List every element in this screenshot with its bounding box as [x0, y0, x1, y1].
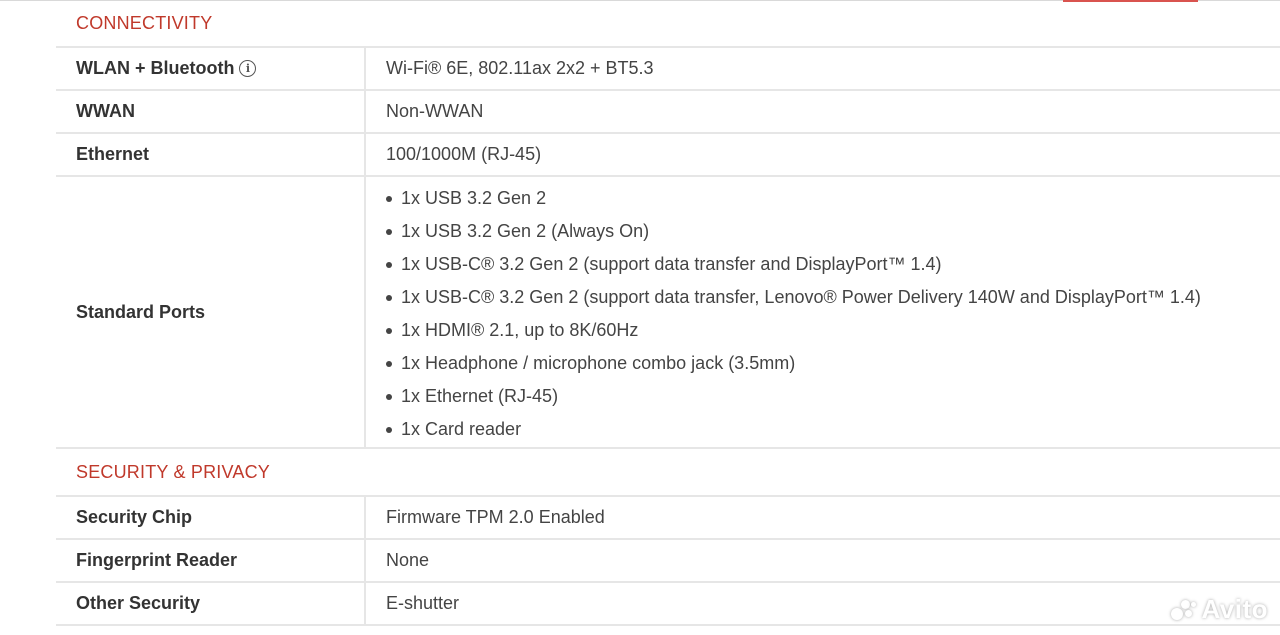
- list-item: 1x USB 3.2 Gen 2 (Always On): [386, 219, 1201, 252]
- spec-label: WWAN: [56, 91, 366, 132]
- spec-label: WLAN + Bluetooth i: [56, 48, 366, 89]
- list-item: 1x USB 3.2 Gen 2: [386, 186, 1201, 219]
- list-item: 1x HDMI® 2.1, up to 8K/60Hz: [386, 318, 1201, 351]
- spec-row-wlan: WLAN + Bluetooth i Wi-Fi® 6E, 802.11ax 2…: [56, 48, 1280, 91]
- ports-list: 1x USB 3.2 Gen 2 1x USB 3.2 Gen 2 (Alway…: [386, 177, 1201, 450]
- avito-logo-icon: [1171, 599, 1197, 621]
- spec-label-text: WLAN + Bluetooth: [76, 58, 235, 78]
- spec-label: Other Security: [56, 583, 366, 624]
- spec-value: 1x USB 3.2 Gen 2 1x USB 3.2 Gen 2 (Alway…: [366, 177, 1280, 447]
- spec-row-fingerprint: Fingerprint Reader None: [56, 540, 1280, 583]
- spec-row-other-security: Other Security E-shutter: [56, 583, 1280, 626]
- spec-value: Wi-Fi® 6E, 802.11ax 2x2 + BT5.3: [386, 58, 654, 78]
- spec-row-ethernet: Ethernet 100/1000M (RJ-45): [56, 134, 1280, 177]
- section-heading-connectivity: CONNECTIVITY: [56, 0, 1280, 48]
- spec-label: Security Chip: [56, 497, 366, 538]
- list-item: 1x Headphone / microphone combo jack (3.…: [386, 351, 1201, 384]
- spec-value: Firmware TPM 2.0 Enabled: [386, 507, 605, 527]
- spec-value: Non-WWAN: [386, 101, 484, 121]
- list-item: 1x USB-C® 3.2 Gen 2 (support data transf…: [386, 285, 1201, 318]
- spec-label: Ethernet: [56, 134, 366, 175]
- specs-table: CONNECTIVITY WLAN + Bluetooth i Wi-Fi® 6…: [56, 0, 1280, 626]
- spec-value: E-shutter: [386, 593, 460, 613]
- spec-value: None: [386, 550, 430, 570]
- info-icon[interactable]: i: [239, 60, 257, 77]
- spec-row-security-chip: Security Chip Firmware TPM 2.0 Enabled: [56, 497, 1280, 540]
- spec-value: 100/1000M (RJ-45): [386, 144, 542, 164]
- watermark-text: Avito: [1201, 594, 1268, 624]
- spec-row-wwan: WWAN Non-WWAN: [56, 91, 1280, 134]
- spec-label: Standard Ports: [56, 177, 366, 447]
- spec-row-standard-ports: Standard Ports 1x USB 3.2 Gen 2 1x USB 3…: [56, 177, 1280, 449]
- list-item: 1x USB-C® 3.2 Gen 2 (support data transf…: [386, 252, 1201, 285]
- avito-watermark: Avito: [1171, 594, 1268, 625]
- spec-label: Fingerprint Reader: [56, 540, 366, 581]
- list-item: 1x Ethernet (RJ-45): [386, 384, 1201, 417]
- section-heading-security: SECURITY & PRIVACY: [56, 449, 1280, 497]
- list-item: 1x Card reader: [386, 417, 1201, 450]
